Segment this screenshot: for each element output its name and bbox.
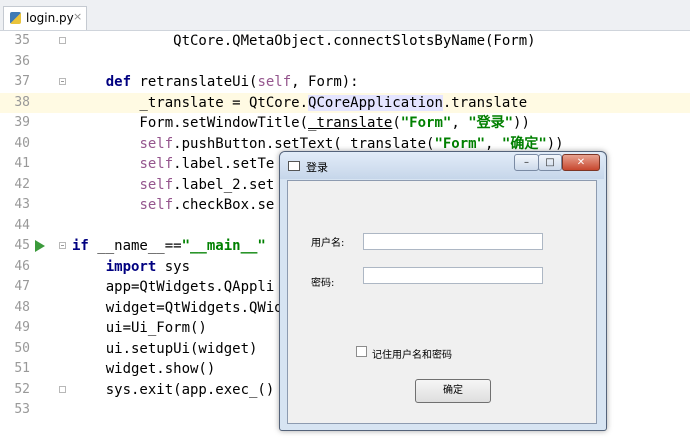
line-number: 38 — [14, 94, 30, 110]
code-text: sys.exit(app.exec_() — [72, 381, 275, 398]
line-number: 39 — [14, 115, 30, 130]
code-line[interactable]: 39 Form.setWindowTitle(_translate("Form"… — [0, 113, 690, 134]
line-number: 43 — [14, 197, 30, 212]
line-number: 36 — [14, 53, 30, 69]
line-number: 40 — [14, 135, 30, 151]
username-input[interactable] — [363, 233, 543, 250]
minimize-button[interactable]: – — [514, 154, 539, 171]
code-text: self.label.setTe — [139, 156, 275, 172]
line-number: 49 — [14, 320, 30, 335]
dialog-title-bar[interactable]: 登录 – □ ✕ — [280, 152, 604, 179]
code-line[interactable]: 37 def retranslateUi(self, Form): — [0, 72, 690, 93]
code-line[interactable]: 35 QtCore.QMetaObject.connectSlotsByName… — [0, 31, 690, 52]
fold-marker-icon[interactable] — [59, 385, 66, 393]
code-text: widget=QtWidgets.QWid — [72, 299, 283, 316]
code-text: widget.show() — [72, 361, 216, 377]
username-label: 用户名: — [311, 238, 345, 249]
line-number: 41 — [14, 156, 30, 171]
editor-tab-bar: login.py × — [0, 0, 690, 31]
python-file-icon — [10, 12, 21, 24]
password-label: 密码: — [311, 278, 335, 289]
line-number: 51 — [14, 361, 30, 376]
code-text: QtCore.QMetaObject.connectSlotsByName(Fo… — [72, 33, 536, 49]
line-number: 44 — [14, 217, 30, 233]
code-text: import sys — [105, 258, 191, 275]
ok-button[interactable]: 确定 — [415, 379, 491, 403]
code-text: self.label_2.set — [139, 176, 275, 193]
fold-marker-icon[interactable] — [59, 242, 66, 249]
close-icon[interactable]: × — [73, 10, 82, 23]
password-input[interactable] — [363, 267, 543, 284]
line-number: 45 — [14, 238, 30, 253]
line-number: 47 — [14, 279, 30, 294]
run-icon[interactable] — [35, 240, 45, 252]
tab-label: login.py — [26, 11, 74, 25]
code-line[interactable]: 38 _translate = QtCore.QCoreApplication.… — [0, 92, 690, 113]
login-dialog-window: 登录 – □ ✕ 用户名: 密码: 记住用户名和密码 确定 — [279, 151, 607, 431]
code-text: Form.setWindowTitle(_translate("Form", "… — [72, 115, 530, 131]
code-text: ui.setupUi(widget) — [72, 340, 258, 357]
line-number: 37 — [14, 74, 30, 89]
line-number: 46 — [14, 258, 30, 274]
window-icon — [288, 161, 300, 171]
tab-login-py[interactable]: login.py × — [3, 6, 87, 30]
fold-marker-icon[interactable] — [59, 78, 66, 85]
dialog-client-area: 用户名: 密码: 记住用户名和密码 确定 — [287, 180, 597, 424]
fold-marker-icon[interactable] — [59, 37, 66, 44]
line-number: 35 — [14, 33, 30, 48]
remember-checkbox[interactable] — [356, 346, 367, 357]
code-text: app=QtWidgets.QAppli — [72, 279, 275, 295]
line-number: 50 — [14, 340, 30, 356]
remember-label: 记住用户名和密码 — [372, 350, 452, 361]
line-number: 42 — [14, 176, 30, 192]
maximize-button[interactable]: □ — [538, 154, 562, 171]
code-line[interactable]: 36 — [0, 52, 690, 73]
code-text: ui=Ui_Form() — [72, 320, 207, 336]
code-text: def retranslateUi(self, Form): — [105, 74, 359, 90]
line-number: 52 — [14, 381, 30, 397]
code-text: if __name__=="__main__" — [72, 238, 266, 254]
close-button[interactable]: ✕ — [562, 154, 600, 171]
code-text: _translate = QtCore.QCoreApplication.tra… — [72, 94, 528, 111]
dialog-title: 登录 — [306, 161, 328, 174]
line-number: 53 — [14, 402, 30, 417]
line-number: 48 — [14, 299, 30, 315]
